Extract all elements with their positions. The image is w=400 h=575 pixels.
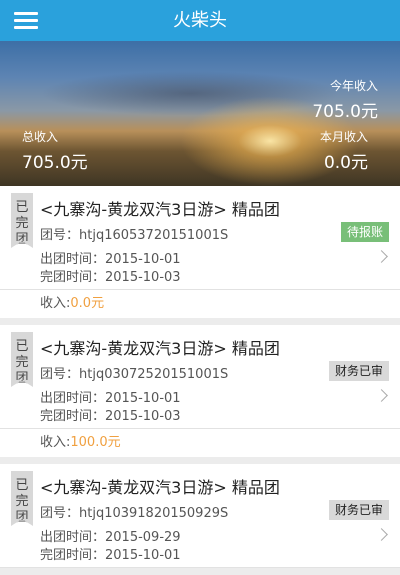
total-income-label: 总收入	[22, 130, 59, 144]
tour-list: 已完团 <九寨沟-黄龙双汽3日游> 精品团 团号：htjq16053720151…	[0, 186, 400, 575]
total-income-value: 705.0元	[22, 153, 88, 173]
status-tag: 已完团	[11, 471, 33, 526]
total-income: 总收入 705.0元	[22, 128, 88, 173]
tour-number: 团号：htjq03072520151001S	[40, 367, 229, 382]
tour-title: <九寨沟-黄龙双汽3日游> 精品团	[40, 200, 280, 219]
depart-date: 出团时间：2015-09-29	[40, 530, 181, 545]
chevron-right-icon[interactable]	[375, 389, 388, 402]
tour-income-row: 收入:0.0元	[0, 290, 400, 318]
month-income-label: 本月收入	[319, 130, 368, 144]
income-label: 收入:	[40, 296, 71, 311]
income-label: 收入:	[40, 435, 71, 450]
tour-income-row: 收入:100.0元	[0, 429, 400, 457]
tour-card[interactable]: 已完团 <九寨沟-黄龙双汽3日游> 精品团 团号：htjq16053720151…	[0, 186, 400, 318]
tour-number: 团号：htjq10391820150929S	[40, 506, 229, 521]
tour-number: 团号：htjq16053720151001S	[40, 228, 229, 243]
income-summary-banner: 今年收入 705.0元 总收入 705.0元 本月收入 0.0元	[0, 41, 400, 186]
finish-date: 完团时间：2015-10-03	[40, 409, 181, 424]
status-badge: 财务已审	[328, 500, 389, 520]
income-amount: 100.0元	[70, 435, 121, 450]
status-badge: 待报账	[340, 222, 389, 242]
status-tag: 已完团	[11, 193, 33, 248]
depart-date: 出团时间：2015-10-01	[40, 391, 181, 406]
month-income-value: 0.0元	[323, 153, 368, 173]
tour-title: <九寨沟-黄龙双汽3日游> 精品团	[40, 478, 280, 497]
tour-card-body[interactable]: 已完团 <九寨沟-黄龙双汽3日游> 精品团 团号：htjq16053720151…	[0, 186, 400, 290]
status-badge: 财务已审	[328, 361, 389, 381]
income-amount: 0.0元	[70, 296, 105, 311]
chevron-right-icon[interactable]	[375, 250, 388, 263]
tour-title: <九寨沟-黄龙双汽3日游> 精品团	[40, 339, 280, 358]
chevron-right-icon[interactable]	[375, 528, 388, 541]
month-income: 本月收入 0.0元	[320, 128, 368, 173]
tour-card-body[interactable]: 已完团 <九寨沟-黄龙双汽3日游> 精品团 团号：htjq10391820150…	[0, 464, 400, 568]
year-income: 今年收入 705.0元	[312, 77, 378, 122]
finish-date: 完团时间：2015-10-03	[40, 270, 181, 285]
year-income-label: 今年收入	[329, 79, 378, 93]
tour-card[interactable]: 已完团 <九寨沟-黄龙双汽3日游> 精品团 团号：htjq10391820150…	[0, 464, 400, 568]
finish-date: 完团时间：2015-10-01	[40, 548, 181, 563]
depart-date: 出团时间：2015-10-01	[40, 252, 181, 267]
tour-card[interactable]: 已完团 <九寨沟-黄龙双汽3日游> 精品团 团号：htjq03072520151…	[0, 325, 400, 457]
status-tag: 已完团	[11, 332, 33, 387]
tour-card-body[interactable]: 已完团 <九寨沟-黄龙双汽3日游> 精品团 团号：htjq03072520151…	[0, 325, 400, 429]
app-title: 火柴头	[173, 10, 227, 31]
app-bar: 火柴头	[0, 0, 400, 41]
year-income-value: 705.0元	[312, 102, 378, 122]
